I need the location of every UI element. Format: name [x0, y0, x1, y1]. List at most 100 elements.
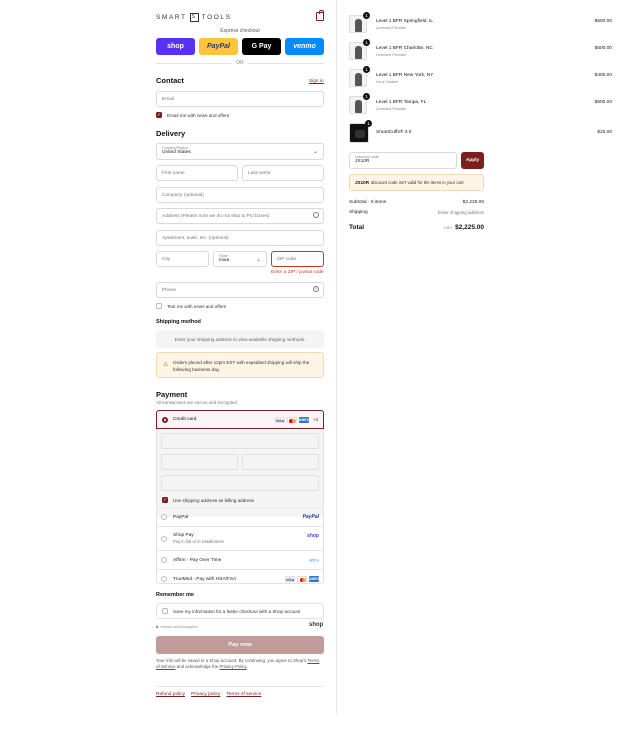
shipping-warning-box: ⚠ Orders placed after 12pm EST with expe…: [156, 352, 324, 378]
shop-pay-option-sub: Pay in full or in installments: [173, 539, 224, 544]
logo-box-icon: S: [189, 13, 199, 22]
billing-same-checkbox[interactable]: ✓: [162, 497, 168, 503]
shop-privacy-link[interactable]: Privacy Policy: [220, 664, 247, 669]
google-pay-button[interactable]: G Pay: [242, 38, 281, 55]
warning-icon: ⚠: [163, 362, 169, 368]
expiry-input[interactable]: [161, 454, 238, 470]
item-name: Level 1 BFR Charlotte, NC: [376, 46, 433, 51]
item-variant: Licensed Provider: [376, 107, 407, 111]
shipping-value: Enter shipping address: [437, 210, 484, 215]
last-name-input[interactable]: Last name: [242, 165, 324, 181]
item-variant: Licensed Provider: [376, 26, 407, 30]
item-price: $600.00: [594, 100, 612, 105]
sms-checkbox[interactable]: [156, 303, 162, 309]
sms-label: Text me with news and offers: [167, 303, 227, 309]
save-info-row[interactable]: Save my information for a faster checkou…: [156, 603, 324, 619]
visa-icon: VISA: [274, 416, 285, 423]
payment-subtext: All transactions are secure and encrypte…: [156, 400, 239, 405]
paypal-button[interactable]: PayPal: [199, 38, 238, 55]
first-name-input[interactable]: First name: [156, 165, 238, 181]
card-number-input[interactable]: [161, 433, 319, 449]
item-name: SmartCuffs® 3.0: [376, 130, 412, 135]
state-select[interactable]: State Iowa ⌄: [213, 251, 267, 267]
cart-item: 1 Level 1 BFR Tampa, FL Licensed Provide…: [349, 93, 612, 114]
credit-card-label: Credit card: [173, 417, 197, 422]
sign-in-link[interactable]: Sign in: [309, 79, 324, 84]
shop-pay-button[interactable]: shop: [156, 38, 195, 55]
smart-tools-logo[interactable]: SMART S TOOLS: [156, 13, 232, 22]
shop-pay-option[interactable]: Shop Pay Pay in full or in installments …: [156, 526, 324, 550]
venmo-button[interactable]: venmo: [285, 38, 324, 55]
total-amount: USD $2,225.00: [424, 224, 484, 231]
cart-item: 1 Level 1 BFR Springfield, IL Licensed P…: [349, 12, 612, 33]
refund-policy-link[interactable]: Refund policy: [156, 692, 185, 697]
email-input[interactable]: Email: [156, 91, 324, 107]
cart-item: 1 Level 1 BFR New York, NY I'm a Student…: [349, 66, 612, 87]
shopping-bag-icon[interactable]: [316, 10, 324, 21]
legal-text-3: .: [246, 664, 248, 669]
city-input[interactable]: City: [156, 251, 209, 267]
contact-heading: Contact: [156, 76, 184, 85]
shipping-warning-text: Orders placed after 12pm EST with expedi…: [173, 360, 310, 372]
affirm-option[interactable]: Affirm - Pay Over Time affirm: [156, 550, 324, 569]
terms-of-service-link[interactable]: Terms of service: [226, 692, 261, 697]
legal-notice: Your info will be saved to a Shop accoun…: [156, 658, 324, 670]
company-input[interactable]: Company (optional): [156, 187, 324, 203]
legal-text-2: and acknowledge the: [176, 664, 219, 669]
sms-checkbox-row[interactable]: Text me with news and offers: [156, 303, 226, 309]
discount-code-input[interactable]: Discount code JS10R: [349, 152, 457, 169]
name-on-card-input[interactable]: [161, 475, 319, 491]
credit-card-radio[interactable]: [162, 416, 168, 423]
apply-discount-button[interactable]: Apply: [461, 152, 484, 169]
apartment-input[interactable]: Apartment, suite, etc. (optional): [156, 230, 324, 246]
item-variant: I'm a Student: [376, 80, 399, 84]
truemed-option[interactable]: TrueMed - Pay with HSA/FSA VISA AMEX: [156, 569, 324, 588]
state-value: Iowa: [219, 258, 230, 263]
legal-text-1: Your info will be saved to a Shop accoun…: [156, 658, 307, 663]
mastercard-icon: [286, 416, 297, 423]
discount-code-value: JS10R: [355, 159, 370, 164]
security-code-input[interactable]: [242, 454, 319, 470]
alt-payment-options: PayPal PayPal Shop Pay Pay in full or in…: [156, 507, 324, 588]
newsletter-checkbox-row[interactable]: ✓ Email me with news and offers: [156, 112, 229, 118]
country-select[interactable]: Country/Region United States ⌄: [156, 143, 324, 160]
help-icon[interactable]: ?: [313, 286, 319, 292]
search-icon: [313, 212, 319, 218]
truemed-radio[interactable]: [161, 576, 167, 582]
privacy-policy-link[interactable]: Privacy policy: [191, 692, 220, 697]
logo-text-left: SMART: [156, 14, 187, 21]
paypal-option[interactable]: PayPal PayPal: [156, 507, 324, 526]
affirm-radio[interactable]: [161, 557, 167, 563]
chevron-down-icon: ⌄: [312, 149, 318, 155]
item-price: $400.00: [594, 73, 612, 78]
item-price: $600.00: [594, 46, 612, 51]
checkout-form-pane: SMART S TOOLS Express checkout shop PayP…: [0, 0, 337, 715]
item-name: Level 1 BFR Tampa, FL: [376, 100, 427, 105]
delivery-heading: Delivery: [156, 129, 186, 138]
billing-same-row[interactable]: ✓ Use shipping address as billing addres…: [162, 497, 254, 503]
card-details-panel: ✓ Use shipping address as billing addres…: [157, 429, 323, 517]
or-label: OR: [232, 60, 248, 66]
card-brand-icons: VISA AMEX +3: [274, 416, 318, 423]
pay-now-button[interactable]: Pay now: [156, 636, 324, 654]
paypal-radio[interactable]: [161, 514, 167, 520]
truemed-option-label: TrueMed - Pay with HSA/FSA: [173, 576, 237, 582]
credit-card-option[interactable]: Credit card VISA AMEX +3: [156, 410, 324, 429]
quantity-badge: 1: [363, 39, 370, 46]
item-price: $600.00: [594, 19, 612, 24]
quantity-badge: 1: [363, 93, 370, 100]
zip-code-input[interactable]: ZIP code: [271, 251, 324, 267]
address-input[interactable]: Address (Please note we do not ship to P…: [156, 208, 324, 224]
lock-icon: 🔒︎: [156, 624, 159, 629]
total-value: $2,225.00: [455, 224, 484, 231]
shop-pay-radio[interactable]: [161, 535, 167, 542]
item-name: Level 1 BFR Springfield, IL: [376, 19, 434, 24]
newsletter-checkbox[interactable]: ✓: [156, 112, 162, 118]
truemed-card-icons: VISA AMEX: [285, 576, 319, 582]
footer-divider: [156, 686, 324, 687]
save-info-checkbox[interactable]: [162, 608, 168, 614]
shipping-method-heading: Shipping method: [156, 319, 201, 325]
cart-item: 1 SmartCuffs® 3.0 $25.00: [349, 120, 612, 143]
mastercard-icon: [297, 576, 307, 582]
phone-input[interactable]: Phone: [156, 282, 324, 298]
